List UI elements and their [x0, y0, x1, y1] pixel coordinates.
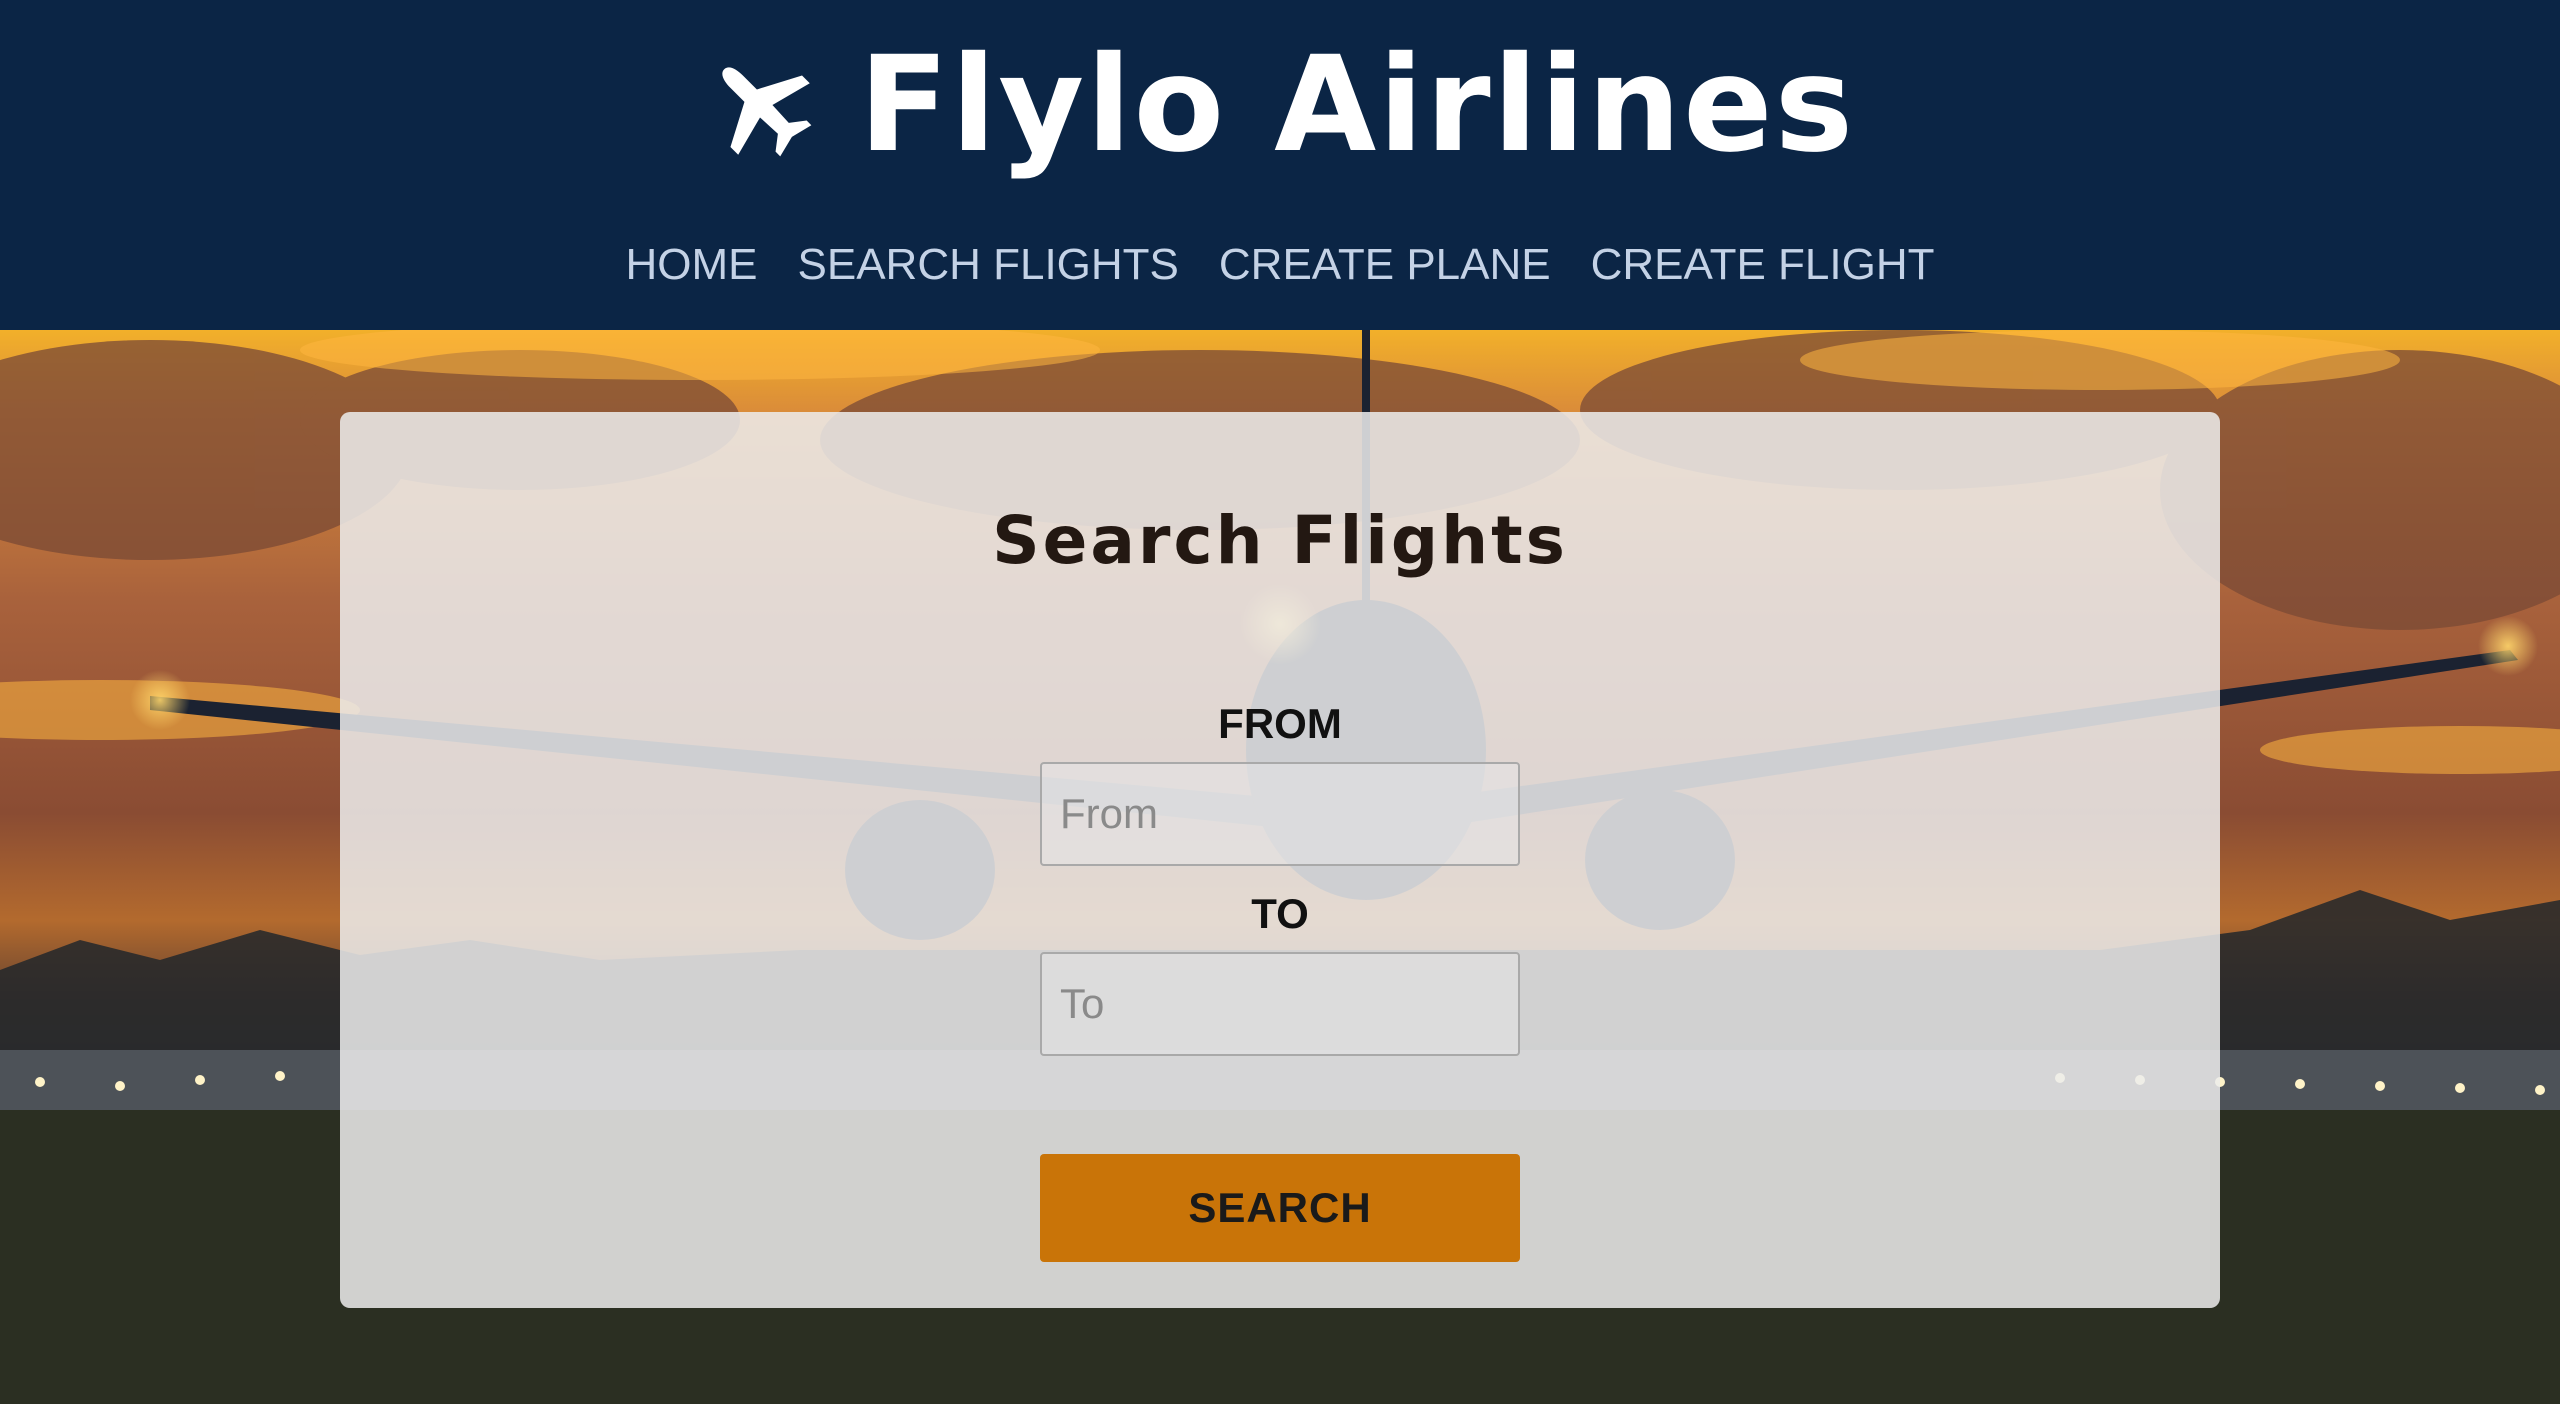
airplane-icon — [722, 67, 812, 157]
site-header: Flylo Airlines HOME SEARCH FLIGHTS CREAT… — [0, 0, 2560, 330]
page-title: Search Flights — [992, 502, 1568, 579]
nav-search-flights[interactable]: SEARCH FLIGHTS — [798, 240, 1179, 290]
search-button[interactable]: SEARCH — [1040, 1154, 1520, 1262]
from-label: FROM — [1218, 700, 1342, 747]
nav-create-flight[interactable]: CREATE FLIGHT — [1591, 240, 1935, 290]
to-input[interactable] — [1040, 952, 1520, 1056]
nav-home[interactable]: HOME — [626, 240, 758, 290]
search-flights-card: Search Flights FROM TO SEARCH — [340, 412, 2220, 1308]
brand[interactable]: Flylo Airlines — [0, 30, 2560, 180]
from-input[interactable] — [1040, 762, 1520, 866]
to-label: TO — [1251, 890, 1309, 937]
nav-create-plane[interactable]: CREATE PLANE — [1219, 240, 1551, 290]
brand-title: Flylo Airlines — [858, 28, 1856, 182]
main-nav: HOME SEARCH FLIGHTS CREATE PLANE CREATE … — [0, 230, 2560, 300]
